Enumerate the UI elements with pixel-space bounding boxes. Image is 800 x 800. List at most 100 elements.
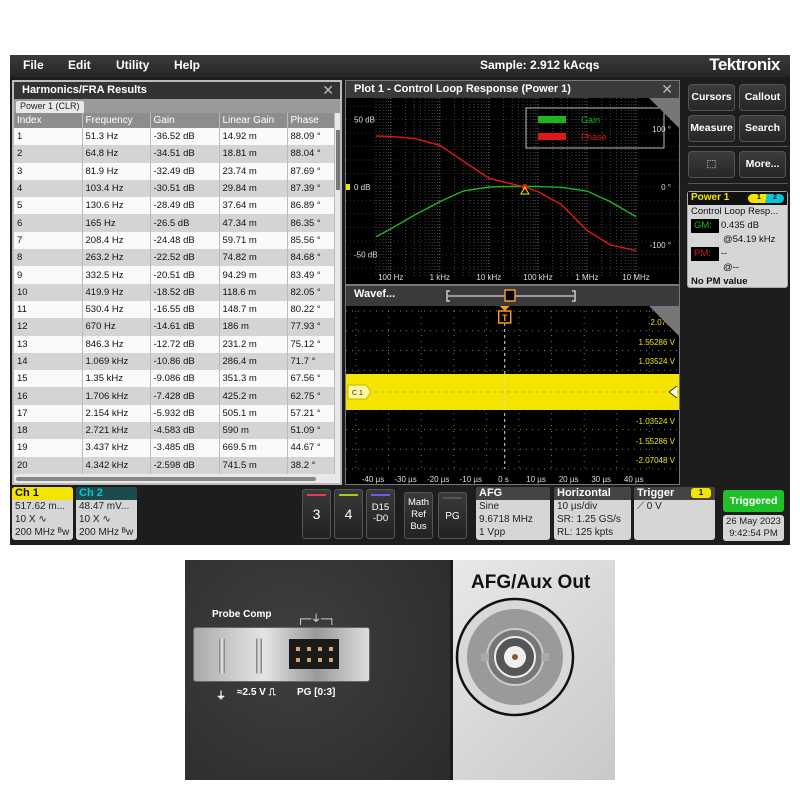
table-row[interactable]: 8 263.2 Hz -22.52 dB 74.82 m 84.68 °	[14, 249, 335, 267]
pg-color-bar	[443, 497, 462, 499]
cell-linear-gain: 505.1 m	[219, 404, 288, 423]
cell-gain: -16.55 dB	[150, 300, 220, 319]
cell-index: 20	[14, 456, 83, 474]
pg-button[interactable]: PG	[438, 492, 467, 539]
bode-plot[interactable]: 50 dB 0 dB -50 dB 100 ° 0 ° -100 ° 100 Hz 1 kHz…	[346, 98, 679, 284]
table-row[interactable]: 12 670 Hz -14.61 dB 186 m 77.93 °	[14, 318, 335, 336]
waveform-display[interactable]: TC 12.07041.55286 V1.03524 V517.62 mV-51…	[346, 306, 679, 485]
acquisition-status[interactable]: Sample: 2.912 kAcqs	[480, 58, 599, 72]
trigger-state-badge[interactable]: Triggered	[723, 490, 784, 512]
record-view-bar[interactable]	[446, 288, 576, 304]
panel-title: Harmonics/FRA Results ✕	[14, 82, 340, 99]
time-per-div: 10 µs/div	[557, 501, 598, 512]
x-tick-label: 1 MHz	[575, 273, 598, 282]
cursors-button[interactable]: Cursors	[688, 84, 735, 111]
pg-bracket: ┌─⏚─┐	[297, 614, 336, 625]
record-length: RL: 125 kpts	[557, 527, 614, 538]
tab-power1[interactable]: Power 1 (CLR)	[16, 101, 84, 113]
more-button[interactable]: More...	[739, 151, 786, 178]
zoom-button[interactable]: ⬚	[688, 151, 735, 178]
oscilloscope-screen: File Edit Utility Help Sample: 2.912 kAc…	[10, 55, 790, 545]
time-tick-label: 40 µs	[624, 475, 644, 484]
pm-frequency: @--	[723, 262, 739, 273]
trigger-level: 0 V	[646, 501, 662, 512]
cell-frequency: 2.721 kHz	[82, 422, 151, 440]
ch1-scale: 517.62 m...	[15, 501, 66, 512]
volt-label: -2.07048 V	[636, 456, 676, 465]
x-tick-label: 10 kHz	[476, 273, 501, 282]
cell-index: 12	[14, 318, 83, 336]
time-tick-label: -10 µs	[460, 475, 482, 484]
menu-file[interactable]: File	[23, 58, 44, 72]
column-header-frequency[interactable]: Frequency	[82, 113, 151, 128]
math-ref-bus-button[interactable]: Math Ref Bus	[404, 492, 433, 539]
cell-index: 8	[14, 249, 83, 267]
ch4-button[interactable]: 4	[334, 489, 363, 539]
table-row[interactable]: 13 846.3 Hz -12.72 dB 231.2 m 75.12 °	[14, 335, 335, 353]
pm-tag: PM:	[691, 247, 719, 261]
table-row[interactable]: 19 3.437 kHz -3.485 dB 669.5 m 44.67 °	[14, 439, 335, 457]
table-row[interactable]: 7 208.4 Hz -24.48 dB 59.71 m 85.56 °	[14, 231, 335, 250]
table-row[interactable]: 16 1.706 kHz -7.428 dB 425.2 m 62.75 °	[14, 387, 335, 405]
table-row[interactable]: 5 130.6 Hz -28.49 dB 37.64 m 86.89 °	[14, 197, 335, 215]
menu-edit[interactable]: Edit	[68, 58, 91, 72]
cell-frequency: 64.8 Hz	[82, 145, 151, 163]
right-sidebar: Cursors Callout Measure Search ⬚ More...…	[685, 80, 790, 485]
cell-linear-gain: 74.82 m	[219, 249, 288, 267]
horizontal-badge[interactable]: Horizontal 10 µs/div SR: 1.25 GS/s RL: 1…	[554, 487, 631, 540]
cell-phase: 86.89 °	[287, 197, 335, 215]
search-button[interactable]: Search	[739, 115, 786, 142]
left-axis-label: -50 dB	[354, 251, 378, 260]
callout-button[interactable]: Callout	[739, 84, 786, 111]
cell-phase: 62.75 °	[287, 387, 335, 405]
cell-gain: -4.583 dB	[150, 422, 220, 440]
table-row[interactable]: 2 64.8 Hz -34.51 dB 18.81 m 88.04 °	[14, 145, 335, 163]
ch2-badge[interactable]: Ch 2 48.47 mV... 10 X ∿ 200 MHz ᴮw	[76, 487, 137, 540]
table-row[interactable]: 15 1.35 kHz -9.086 dB 351.3 m 67.56 °	[14, 370, 335, 388]
digital-button[interactable]: D15 -D0	[366, 489, 395, 539]
cell-index: 18	[14, 422, 83, 440]
measure-button[interactable]: Measure	[688, 115, 735, 142]
digital-color-bar	[371, 494, 390, 496]
column-header-gain[interactable]: Gain	[150, 113, 220, 128]
waveform-title: Wavef...	[354, 288, 396, 300]
vertical-scrollbar[interactable]	[336, 130, 340, 190]
cell-phase: 44.67 °	[287, 439, 335, 457]
cell-frequency: 1.706 kHz	[82, 387, 151, 405]
table-row[interactable]: 3 81.9 Hz -32.49 dB 23.74 m 87.69 °	[14, 162, 335, 180]
table-row[interactable]: 4 103.4 Hz -30.51 dB 29.84 m 87.39 °	[14, 179, 335, 198]
cell-phase: 87.69 °	[287, 162, 335, 180]
trigger-position-icon[interactable]	[504, 289, 516, 302]
time-tick-label: 30 µs	[591, 475, 611, 484]
table-row[interactable]: 20 4.342 kHz -2.598 dB 741.5 m 38.2 °	[14, 456, 335, 474]
menu-help[interactable]: Help	[174, 58, 200, 72]
table-row[interactable]: 6 165 Hz -26.5 dB 47.34 m 86.35 °	[14, 214, 335, 232]
column-header-phase[interactable]: Phase	[287, 113, 335, 128]
power-measurement-badge[interactable]: Power 1 12 Control Loop Resp... GM: 0.435…	[687, 191, 788, 288]
table-row[interactable]: 11 530.4 Hz -16.55 dB 148.7 m 80.22 °	[14, 300, 335, 319]
table-row[interactable]: 10 419.9 Hz -18.52 dB 118.6 m 82.05 °	[14, 283, 335, 301]
cell-linear-gain: 14.92 m	[219, 128, 288, 146]
table-row[interactable]: 9 332.5 Hz -20.51 dB 94.29 m 83.49 °	[14, 266, 335, 284]
ch1-badge[interactable]: Ch 1 517.62 m... 10 X ∿ 200 MHz ᴮw	[12, 487, 73, 540]
cell-linear-gain: 118.6 m	[219, 283, 288, 301]
afg-badge[interactable]: AFG Sine 9.6718 MHz 1 Vpp	[476, 487, 550, 540]
close-icon[interactable]: ✕	[661, 81, 673, 98]
ch3-button[interactable]: 3	[302, 489, 331, 539]
cell-index: 5	[14, 197, 83, 215]
column-header-linear-gain[interactable]: Linear Gain	[219, 113, 288, 128]
menu-utility[interactable]: Utility	[116, 58, 149, 72]
table-row[interactable]: 14 1.069 kHz -10.86 dB 286.4 m 71.7 °	[14, 352, 335, 371]
column-header-index[interactable]: Index	[14, 113, 83, 128]
table-row[interactable]: 17 2.154 kHz -5.932 dB 505.1 m 57.21 °	[14, 404, 335, 423]
close-icon[interactable]: ✕	[322, 82, 334, 99]
menu-bar: File Edit Utility Help Sample: 2.912 kAc…	[10, 55, 790, 77]
cell-gain: -10.86 dB	[150, 352, 220, 371]
trigger-badge[interactable]: Trigger 1 ⟋ 0 V	[634, 487, 715, 540]
table-row[interactable]: 18 2.721 kHz -4.583 dB 590 m 51.09 °	[14, 422, 335, 440]
legend-label-gain: Gain	[581, 115, 600, 125]
ch2-bandwidth: 200 MHz ᴮw	[79, 527, 134, 538]
horizontal-scrollbar[interactable]	[16, 477, 316, 481]
cell-frequency: 4.342 kHz	[82, 456, 151, 474]
table-row[interactable]: 1 51.3 Hz -36.52 dB 14.92 m 88.09 °	[14, 128, 335, 146]
